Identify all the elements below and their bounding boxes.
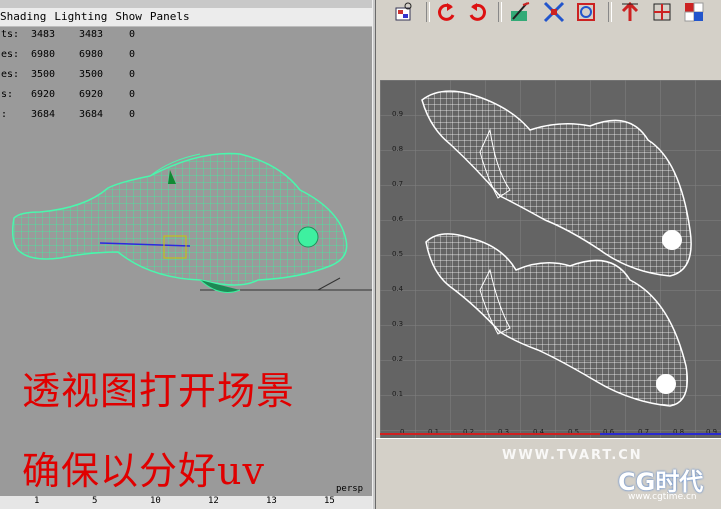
uv-y-tick: 0.6 xyxy=(392,215,404,223)
toolbar-separator xyxy=(498,2,502,22)
menu-show[interactable]: Show xyxy=(115,10,142,23)
hud-value: 3483 xyxy=(31,29,56,40)
unfold-icon[interactable] xyxy=(574,0,598,24)
perspective-viewport[interactable]: Shading Lighting Show Panels ts: 3483 3483 0 e… xyxy=(0,0,372,509)
hud-value: 3500 xyxy=(79,69,104,80)
viewport-top-strip xyxy=(0,0,372,8)
time-slider-ruler[interactable]: 1 5 10 12 13 15 xyxy=(0,496,372,509)
menu-panels[interactable]: Panels xyxy=(150,10,190,23)
menu-lighting[interactable]: Lighting xyxy=(54,10,107,23)
ruler-tick: 5 xyxy=(92,496,98,506)
hud-value: 6920 xyxy=(31,89,56,100)
watermark-site-text: WWW.TVART.CN xyxy=(502,448,643,463)
cut-uv-icon[interactable] xyxy=(508,0,532,24)
hud-value: 3684 xyxy=(79,109,104,120)
uv-y-tick: 0.8 xyxy=(392,145,403,153)
poly-count-hud: ts: 3483 3483 0 es: 6980 6980 0 es: 3500 3500 0 s… xyxy=(0,28,160,120)
caption-line-2: 确保以分好uv xyxy=(22,449,265,493)
caption-line-1: 透视图打开场景 xyxy=(22,369,296,413)
rotate-cw-icon[interactable] xyxy=(466,0,490,24)
hud-value: 6980 xyxy=(79,49,104,60)
checker-icon[interactable] xyxy=(682,0,706,24)
hud-label: es: xyxy=(1,69,20,80)
uv-grid-and-shells[interactable]: 0.9 0.8 0.7 0.6 0.5 0.4 0.3 0.2 0.1 0 0.… xyxy=(380,80,721,438)
uv-y-tick: 0.4 xyxy=(392,285,404,293)
ruler-tick: 1 xyxy=(34,496,40,506)
rotate-ccw-icon[interactable] xyxy=(434,0,458,24)
layout-icon[interactable] xyxy=(650,0,674,24)
hud-value: 3684 xyxy=(31,109,56,120)
hud-value: 3500 xyxy=(31,69,56,80)
uv-shell-icon[interactable] xyxy=(392,0,416,24)
uv-y-tick: 0.5 xyxy=(392,250,403,258)
uv-y-tick: 0.1 xyxy=(392,390,403,398)
hud-value: 0 xyxy=(129,29,136,40)
hud-value: 6920 xyxy=(79,89,104,100)
uv-editor-header xyxy=(380,26,721,80)
fish-model-wireframe[interactable] xyxy=(0,140,372,310)
hud-label: ts: xyxy=(1,29,20,40)
hud-value: 0 xyxy=(129,89,136,100)
uv-y-tick: 0.3 xyxy=(392,320,403,328)
toolbar-separator xyxy=(608,2,612,22)
sew-uv-icon[interactable] xyxy=(542,0,566,24)
uv-texture-space[interactable]: 0.9 0.8 0.7 0.6 0.5 0.4 0.3 0.2 0.1 0 0.… xyxy=(380,80,721,438)
hud-label: s: xyxy=(1,89,14,100)
hud-value: 0 xyxy=(129,109,136,120)
viewport-menu-bar: Shading Lighting Show Panels xyxy=(0,8,372,27)
menu-shading[interactable]: Shading xyxy=(0,10,46,23)
hud-label: es: xyxy=(1,49,20,60)
hud-value: 0 xyxy=(129,69,136,80)
move-up-icon[interactable] xyxy=(618,0,642,24)
hud-label: : xyxy=(1,109,8,120)
hud-value: 3483 xyxy=(79,29,104,40)
uv-y-tick: 0.2 xyxy=(392,355,403,363)
toolbar-separator xyxy=(426,2,430,22)
uv-editor-toolbar xyxy=(376,0,721,26)
watermark-url: www.cgtime.cn xyxy=(628,492,697,502)
hud-value: 0 xyxy=(129,49,136,60)
ruler-tick: 15 xyxy=(324,496,335,506)
uv-y-tick: 0.7 xyxy=(392,180,403,188)
ruler-tick: 13 xyxy=(266,496,277,506)
ruler-tick: 10 xyxy=(150,496,161,506)
ruler-tick: 12 xyxy=(208,496,219,506)
hud-value: 6980 xyxy=(31,49,56,60)
camera-label: persp xyxy=(336,484,364,494)
watermark: WWW.TVART.CN CG时代 www.cgtime.cn xyxy=(500,444,721,509)
uv-y-tick: 0.9 xyxy=(392,110,403,118)
